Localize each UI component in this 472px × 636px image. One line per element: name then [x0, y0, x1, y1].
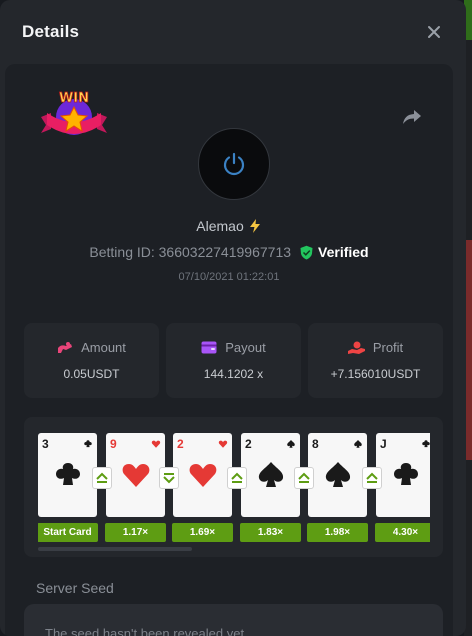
higher-arrow-icon [227, 467, 247, 489]
playing-card: 2 [241, 433, 300, 517]
playing-card: 3 [38, 433, 97, 517]
playing-card: 8 [308, 433, 367, 517]
details-modal: Details WIN Alemao Betting ID: 366032274… [0, 0, 466, 636]
spades-suit-icon [354, 439, 362, 448]
card-rank: J [380, 437, 387, 451]
modal-title: Details [22, 22, 80, 41]
betting-id-row: Betting ID: 366032274199677​13 Verified [5, 244, 453, 260]
svg-text:WIN: WIN [59, 91, 89, 106]
avatar [198, 128, 270, 200]
amount-value: 0.05USDT [63, 367, 120, 381]
verified-shield-icon [300, 245, 313, 259]
hearts-suit-icon [218, 440, 228, 448]
card-rank: 2 [245, 437, 252, 451]
clubs-suit-icon [422, 440, 430, 448]
amount-header: Amount [57, 340, 126, 355]
higher-arrow-icon [92, 467, 112, 489]
username: Alemao [196, 218, 244, 234]
clubs-suit-icon [56, 463, 80, 485]
card-rank: 3 [42, 437, 49, 451]
card-rank: 2 [177, 437, 184, 451]
details-content[interactable]: WIN Alemao Betting ID: 366032274199677​1… [5, 64, 453, 636]
horizontal-scrollbar[interactable] [38, 547, 192, 551]
hearts-suit-icon [189, 464, 217, 487]
card-history-strip[interactable]: 3 Start Card 9 1.17× 2 1.69× 2 1.83× 8 1.98× J 4.30… [38, 433, 430, 543]
card-rank: 8 [312, 437, 319, 451]
multiplier-badge: 1.69× [172, 523, 233, 542]
betting-id: Betting ID: 366032274199677​13 [89, 244, 292, 260]
profit-card: Profit +7.156010USDT [308, 323, 443, 398]
close-icon [428, 26, 440, 38]
server-seed-title: Server Seed [36, 580, 114, 596]
profit-value: +7.156010USDT [330, 367, 421, 381]
payout-label: Payout [225, 340, 266, 355]
payout-value: 144.1202 x [203, 367, 264, 381]
spades-suit-icon [287, 439, 295, 448]
multiplier-badge: 1.83× [240, 523, 301, 542]
multiplier-badge: Start Card [38, 523, 98, 542]
playing-card: J [376, 433, 430, 517]
spades-suit-icon [325, 462, 351, 487]
card-rank: 9 [110, 437, 117, 451]
hand-coin-icon [347, 341, 365, 354]
playing-card: 9 [106, 433, 165, 517]
power-icon [223, 152, 245, 176]
clubs-suit-icon [394, 463, 418, 485]
server-seed-box: The seed hasn't been revealed yet [24, 604, 443, 636]
higher-arrow-icon [294, 467, 314, 489]
spades-suit-icon [258, 462, 284, 487]
server-seed-text: The seed hasn't been revealed yet [45, 626, 245, 636]
win-badge-icon: WIN [41, 91, 107, 135]
stats-row: Amount 0.05USDT Payout 144.1202 x Profit… [24, 323, 443, 398]
lightning-icon [249, 219, 260, 233]
multiplier-badge: 4.30× [375, 523, 430, 542]
clubs-suit-icon [84, 440, 92, 448]
verified-label: Verified [318, 244, 369, 260]
multiplier-badge: 1.17× [105, 523, 166, 542]
wallet-icon [201, 341, 217, 354]
amount-label: Amount [81, 340, 126, 355]
higher-arrow-icon [362, 467, 382, 489]
close-button[interactable] [422, 20, 446, 44]
playing-card: 2 [173, 433, 232, 517]
coins-icon [58, 341, 73, 353]
payout-card: Payout 144.1202 x [166, 323, 301, 398]
multiplier-badge: 1.98× [307, 523, 368, 542]
bet-timestamp: 07/10/2021 01:22:01 [178, 271, 280, 283]
share-arrow-icon [403, 110, 421, 124]
modal-header: Details [0, 0, 466, 64]
profit-header: Profit [347, 340, 404, 355]
lower-arrow-icon [159, 467, 179, 489]
share-button[interactable] [401, 106, 423, 128]
username-row: Alemao [5, 218, 453, 234]
hearts-suit-icon [122, 464, 150, 487]
amount-card: Amount 0.05USDT [24, 323, 159, 398]
card-history-panel: 3 Start Card 9 1.17× 2 1.69× 2 1.83× 8 1.98× J 4.30… [24, 417, 443, 557]
profit-label: Profit [372, 340, 404, 355]
payout-header: Payout [201, 340, 266, 355]
hearts-suit-icon [151, 440, 161, 448]
